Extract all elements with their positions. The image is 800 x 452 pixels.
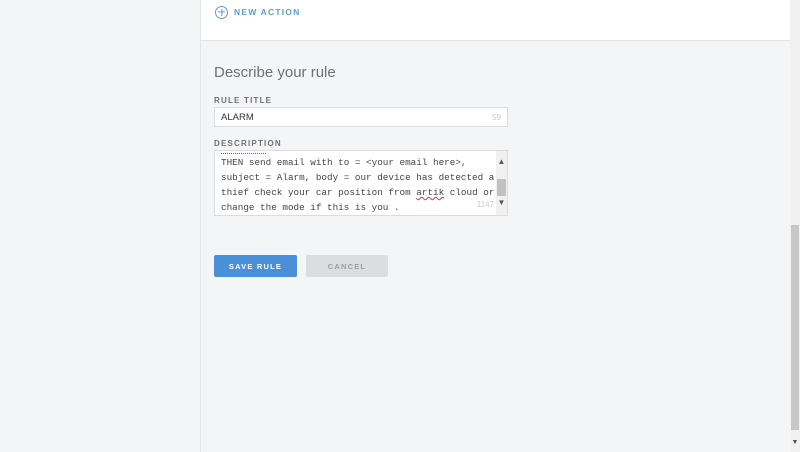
description-text: THEN send email with to = <your email he…	[221, 155, 495, 215]
scroll-thumb[interactable]	[497, 179, 506, 196]
save-rule-button[interactable]: SAVE RULE	[214, 255, 297, 277]
chevron-down-icon[interactable]: ▼	[790, 438, 800, 448]
actions-card: NEW ACTION	[201, 0, 790, 41]
cancel-button[interactable]: CANCEL	[306, 255, 388, 277]
description-line: THEN send email with to = <your email he…	[221, 157, 467, 168]
new-action-label: NEW ACTION	[234, 7, 301, 17]
rule-title-label: RULE TITLE	[214, 96, 273, 105]
chevron-up-icon[interactable]: ▲	[496, 157, 507, 167]
new-action-button[interactable]: NEW ACTION	[215, 4, 300, 20]
chevron-down-icon[interactable]: ▼	[496, 198, 507, 208]
left-gutter	[0, 0, 201, 452]
description-textarea[interactable]: THEN send email with to = <your email he…	[214, 150, 508, 216]
section-title: Describe your rule	[214, 64, 336, 81]
page-scrollbar[interactable]: ▼	[790, 0, 800, 452]
title-char-count: 59	[492, 113, 501, 122]
description-char-count: 1147	[476, 200, 494, 209]
plus-circle-icon	[215, 5, 228, 19]
misspelled-word: artik	[416, 187, 445, 198]
description-label: DESCRIPTION	[214, 139, 282, 148]
page-scroll-thumb[interactable]	[791, 225, 799, 430]
rule-title-value: ALARM	[221, 112, 254, 123]
description-line: thief check your car position from artik…	[221, 187, 495, 198]
description-line: subject = Alarm, body = our device has d…	[221, 172, 495, 183]
description-scrollbar[interactable]: ▲ ▼	[496, 151, 507, 215]
spellcheck-underline	[221, 151, 266, 154]
description-line: change the mode if this is you .	[221, 202, 400, 213]
rule-title-input[interactable]: ALARM 59	[214, 107, 508, 127]
